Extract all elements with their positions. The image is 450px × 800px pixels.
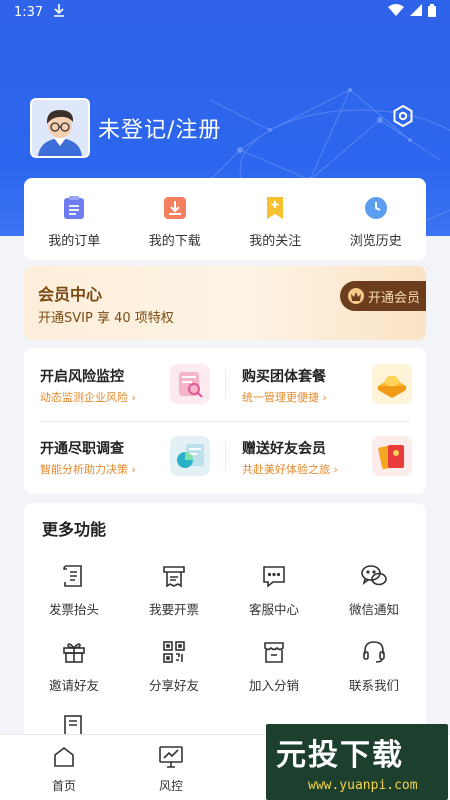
gift-icon <box>61 639 87 669</box>
feature-label: 我要开票 <box>148 602 199 617</box>
download-status-icon <box>53 3 65 21</box>
avatar[interactable] <box>30 98 90 158</box>
watermark-logo: 元投下载 www.yuanpi.com <box>266 724 448 800</box>
open-vip-button[interactable]: 开通会员 <box>340 281 426 311</box>
feature-invite-friends[interactable]: 邀请好友 <box>24 639 124 694</box>
feature-contact-us[interactable]: 联系我们 <box>324 639 424 694</box>
quick-link-downloads[interactable]: 我的下载 <box>125 178 226 260</box>
vip-subtitle: 开通SVIP 享 40 项特权 <box>38 311 174 326</box>
clock-icon <box>364 196 388 224</box>
quick-link-label: 浏览历史 <box>349 234 402 249</box>
bookmark-icon <box>264 196 286 224</box>
tab-label: 风控 <box>158 779 183 793</box>
status-time: 1:37 <box>14 4 44 20</box>
profile-header[interactable]: 未登记/注册 <box>30 98 221 158</box>
tab-risk-control[interactable]: 风控 <box>141 745 201 794</box>
promo-title: 开通尽职调查 <box>40 441 124 457</box>
vip-center-card[interactable]: 会员中心 开通SVIP 享 40 项特权 开通会员 <box>24 266 426 340</box>
promo-card: 开启风险监控 动态监测企业风险 › 购买团体套餐 统一管理更便捷 › 开通尽职调… <box>24 348 426 494</box>
promo-subtitle: 动态监测企业风险 › <box>40 391 136 404</box>
crown-icon <box>348 288 364 304</box>
feature-label: 加入分销 <box>248 678 299 693</box>
receipt-icon <box>61 563 87 593</box>
analysis-chart-illustration-icon <box>170 436 210 476</box>
open-vip-label: 开通会员 <box>368 290 421 306</box>
vip-title: 会员中心 <box>38 285 103 304</box>
quick-link-orders[interactable]: 我的订单 <box>24 178 125 260</box>
feature-label: 发票抬头 <box>48 602 99 617</box>
quick-link-history[interactable]: 浏览历史 <box>326 178 427 260</box>
feature-label: 邀请好友 <box>48 678 99 693</box>
feature-label: 分享好友 <box>148 678 199 693</box>
list-icon <box>63 196 85 224</box>
feature-issue-invoice[interactable]: 我要开票 <box>124 563 224 618</box>
status-bar: 1:37 <box>0 0 450 24</box>
promo-gift-membership[interactable]: 赠送好友会员 共赴美好体验之旅 › <box>226 420 426 490</box>
promo-risk-monitor[interactable]: 开启风险监控 动态监测企业风险 › <box>24 348 224 418</box>
red-envelope-icon <box>372 436 412 476</box>
settings-gear-icon[interactable] <box>391 104 415 128</box>
store-icon <box>261 639 287 669</box>
risk-monitor-illustration-icon <box>170 364 210 404</box>
watermark-main-text: 元投下载 <box>276 738 404 773</box>
login-register-link[interactable]: 未登记/注册 <box>98 112 221 144</box>
printer-icon <box>161 563 187 593</box>
promo-title: 购买团体套餐 <box>242 369 326 385</box>
promo-due-diligence[interactable]: 开通尽职调查 智能分析助力决策 › <box>24 420 224 490</box>
feature-share-friends[interactable]: 分享好友 <box>124 639 224 694</box>
quick-link-label: 我的下载 <box>148 234 201 249</box>
promo-subtitle: 统一管理更便捷 › <box>242 391 327 404</box>
chat-icon <box>261 563 287 593</box>
feature-label: 联系我们 <box>348 678 399 693</box>
diamond-package-icon <box>372 364 412 404</box>
tab-label: 首页 <box>51 779 76 793</box>
feature-customer-service[interactable]: 客服中心 <box>224 563 324 618</box>
promo-subtitle: 共赴美好体验之旅 › <box>242 463 338 476</box>
headset-icon <box>361 639 387 669</box>
home-icon <box>52 745 76 773</box>
wifi-icon <box>388 4 404 20</box>
feature-label: 微信通知 <box>348 602 399 617</box>
more-features-title: 更多功能 <box>42 520 107 539</box>
quick-link-label: 我的关注 <box>249 234 302 249</box>
promo-subtitle: 智能分析助力决策 › <box>40 463 136 476</box>
quick-link-label: 我的订单 <box>48 234 101 249</box>
signal-icon <box>410 4 422 20</box>
promo-title: 开启风险监控 <box>40 369 124 385</box>
feature-join-distribution[interactable]: 加入分销 <box>224 639 324 694</box>
qrcode-icon <box>161 639 187 669</box>
more-features-card: 更多功能 发票抬头 我要开票 客服中心 微信通知 邀请好友 分享好友 加入分销 … <box>24 503 426 743</box>
feature-wechat-notify[interactable]: 微信通知 <box>324 563 424 618</box>
feature-invoice-header[interactable]: 发票抬头 <box>24 563 124 618</box>
battery-icon <box>428 3 436 21</box>
promo-group-package[interactable]: 购买团体套餐 统一管理更便捷 › <box>226 348 426 418</box>
quick-links-card: 我的订单 我的下载 我的关注 浏览历史 <box>24 178 426 260</box>
tab-home[interactable]: 首页 <box>34 745 94 794</box>
promo-title: 赠送好友会员 <box>242 441 326 457</box>
watermark-url: www.yuanpi.com <box>308 778 418 793</box>
download-icon <box>163 196 186 224</box>
wechat-icon <box>360 563 388 593</box>
monitor-icon <box>158 745 184 773</box>
quick-link-favorites[interactable]: 我的关注 <box>225 178 326 260</box>
feature-label: 客服中心 <box>248 602 299 617</box>
